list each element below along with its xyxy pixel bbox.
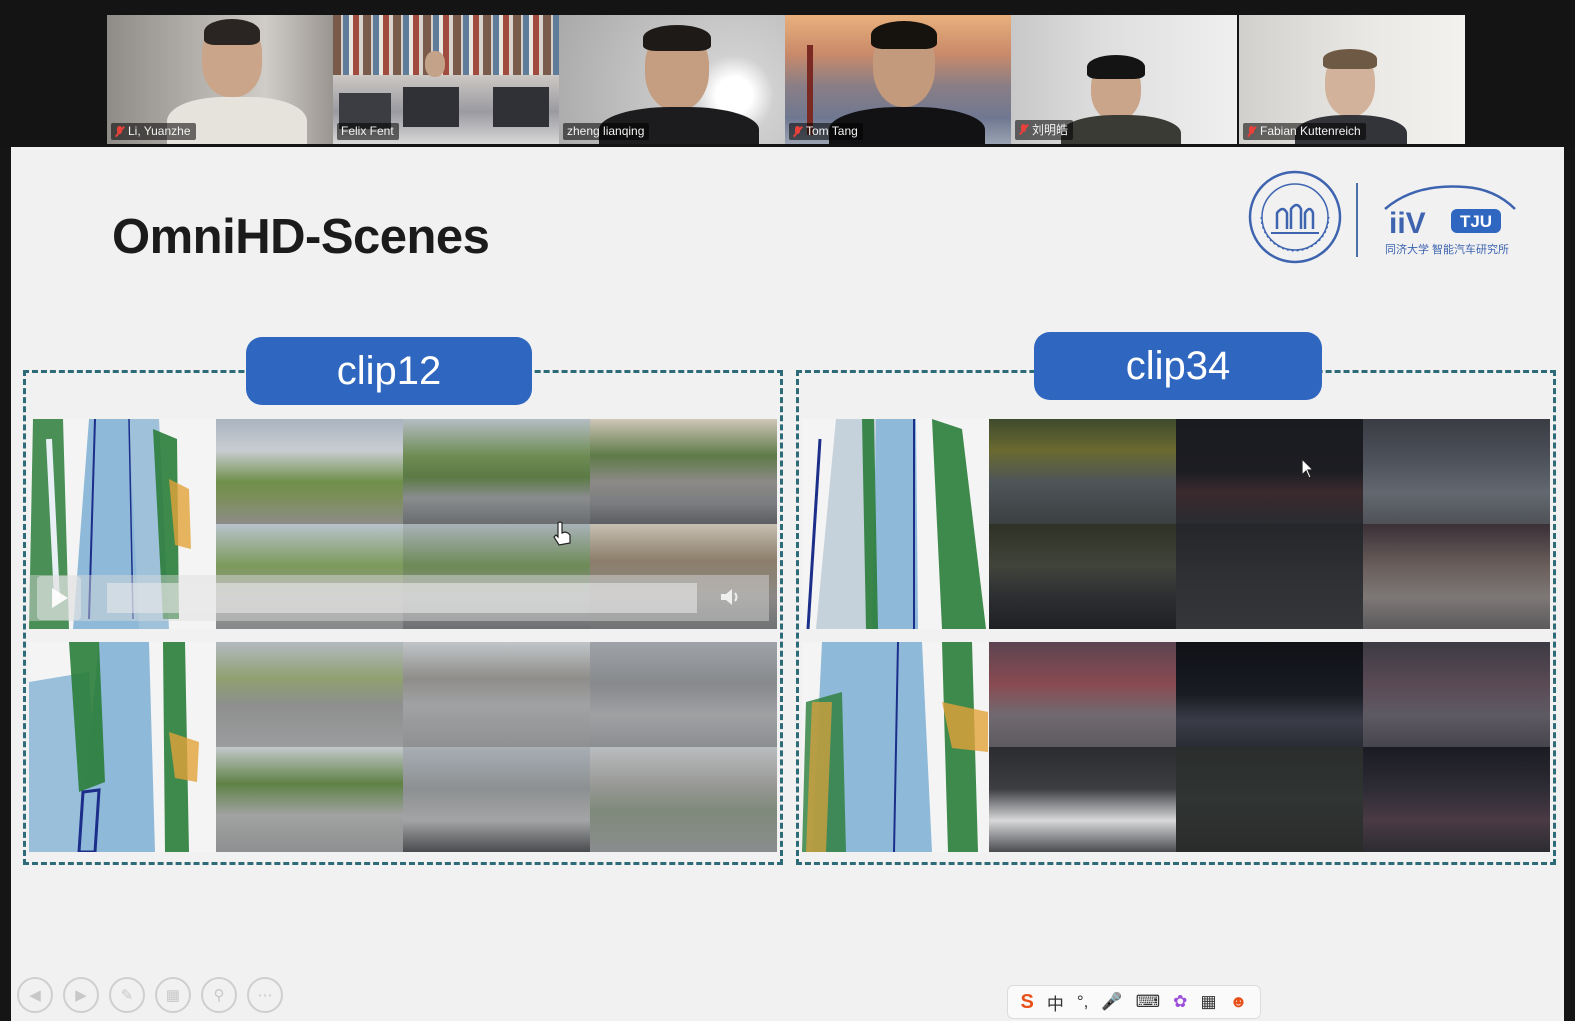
hand-cursor-icon — [553, 521, 571, 546]
camera-back-right — [1363, 747, 1550, 852]
slides-icon: ▦ — [165, 987, 181, 1004]
slide-sorter-button[interactable]: ▦ — [155, 977, 191, 1013]
sogou-logo-icon[interactable]: S — [1021, 991, 1034, 1014]
muted-mic-icon — [1019, 124, 1028, 135]
zoom-button[interactable]: ⚲ — [201, 977, 237, 1013]
camera-back-left — [989, 747, 1176, 852]
participant-tile[interactable]: Tom Tang — [785, 15, 1011, 144]
muted-mic-icon — [1247, 125, 1256, 137]
pen-tool-button[interactable]: ✎ — [109, 977, 145, 1013]
skin-icon[interactable]: ✿ — [1173, 992, 1187, 1012]
participant-name: zheng lianqing — [563, 123, 650, 140]
camera-front-right — [590, 419, 777, 524]
microphone-icon[interactable]: 🎤 — [1101, 992, 1122, 1012]
bev-occupancy-map — [802, 419, 989, 629]
camera-front-right — [1363, 642, 1550, 747]
camera-front — [1176, 642, 1363, 747]
arrow-cursor-icon — [1301, 458, 1315, 479]
bev-occupancy-map — [29, 642, 216, 852]
camera-back-left — [216, 747, 403, 852]
participant-name: Li, Yuanzhe — [111, 123, 196, 140]
iiv-institute-logo: iiV TJU 同济大学 智能汽车研究所 — [1384, 185, 1516, 256]
participant-tile[interactable]: Felix Fent — [333, 15, 559, 144]
punctuation-toggle[interactable]: °, — [1077, 992, 1089, 1012]
next-slide-button[interactable]: ▶ — [63, 977, 99, 1013]
participant-tile[interactable]: Fabian Kuttenreich — [1239, 15, 1465, 144]
camera-back-right — [590, 747, 777, 852]
participant-tile[interactable]: Li, Yuanzhe — [107, 15, 333, 144]
muted-mic-icon — [115, 125, 124, 137]
previous-slide-button[interactable]: ◀ — [17, 977, 53, 1013]
apps-grid-icon[interactable]: ▦ — [1200, 992, 1216, 1012]
camera-back — [403, 747, 590, 852]
camera-front — [1176, 419, 1363, 524]
camera-back — [1176, 747, 1363, 852]
participant-name: Fabian Kuttenreich — [1243, 123, 1366, 140]
keyboard-icon[interactable]: ⌨ — [1136, 992, 1161, 1012]
video-seek-bar[interactable] — [107, 583, 697, 613]
camera-front-right — [590, 642, 777, 747]
tongji-university-seal — [1248, 170, 1342, 264]
camera-front-left — [216, 419, 403, 524]
pen-icon: ✎ — [120, 987, 134, 1004]
participant-name: Tom Tang — [789, 123, 863, 140]
svg-text:同济大学 智能汽车研究所: 同济大学 智能汽车研究所 — [1385, 242, 1509, 256]
camera-back-right — [1363, 524, 1550, 629]
clip12-frame-bottom — [29, 642, 777, 852]
magnifier-icon: ⚲ — [213, 987, 225, 1004]
clip34-frame-top — [802, 419, 1550, 629]
logo-divider — [1356, 183, 1358, 257]
meeting-window: Li, Yuanzhe Felix Fent zheng lianqing To… — [0, 0, 1575, 1021]
svg-text:TJU: TJU — [1460, 212, 1492, 231]
logo-area: iiV TJU 同济大学 智能汽车研究所 — [1247, 169, 1527, 265]
shared-slide: OmniHD-Scenes iiV TJU 同济大学 智能汽车研究所 clip1… — [11, 147, 1564, 1021]
participant-strip: Li, Yuanzhe Felix Fent zheng lianqing To… — [0, 0, 1575, 147]
ime-toolbar: S 中 °, 🎤 ⌨ ✿ ▦ ☻ — [1007, 985, 1261, 1019]
more-dots-icon: ⋯ — [257, 987, 273, 1004]
camera-back-left — [989, 524, 1176, 629]
camera-back — [1176, 524, 1363, 629]
participant-tile-active-speaker[interactable]: zheng lianqing — [559, 15, 785, 144]
participant-name: Felix Fent — [337, 123, 399, 140]
mascot-icon[interactable]: ☻ — [1230, 992, 1248, 1012]
participant-name: 刘明皓 — [1015, 120, 1074, 140]
play-button[interactable] — [37, 576, 81, 620]
camera-front — [403, 642, 590, 747]
camera-front-left — [216, 642, 403, 747]
camera-front — [403, 419, 590, 524]
camera-front-left — [989, 419, 1176, 524]
more-options-button[interactable]: ⋯ — [247, 977, 283, 1013]
svg-text:iiV: iiV — [1389, 207, 1426, 240]
clip34-frame-bottom — [802, 642, 1550, 852]
muted-mic-icon — [793, 125, 802, 137]
participant-tile[interactable]: 刘明皓 — [1011, 15, 1237, 144]
slide-title: OmniHD-Scenes — [112, 210, 490, 264]
chevron-left-icon: ◀ — [29, 987, 41, 1004]
camera-front-right — [1363, 419, 1550, 524]
clip34-label: clip34 — [1034, 332, 1322, 400]
slide-navigation-controls: ◀ ▶ ✎ ▦ ⚲ ⋯ — [17, 977, 283, 1013]
volume-icon[interactable] — [719, 586, 743, 608]
ime-mode-toggle[interactable]: 中 — [1047, 990, 1064, 1015]
camera-front-left — [989, 642, 1176, 747]
bev-occupancy-map — [802, 642, 989, 852]
chevron-right-icon: ▶ — [75, 987, 87, 1004]
clip12-label: clip12 — [246, 337, 532, 405]
